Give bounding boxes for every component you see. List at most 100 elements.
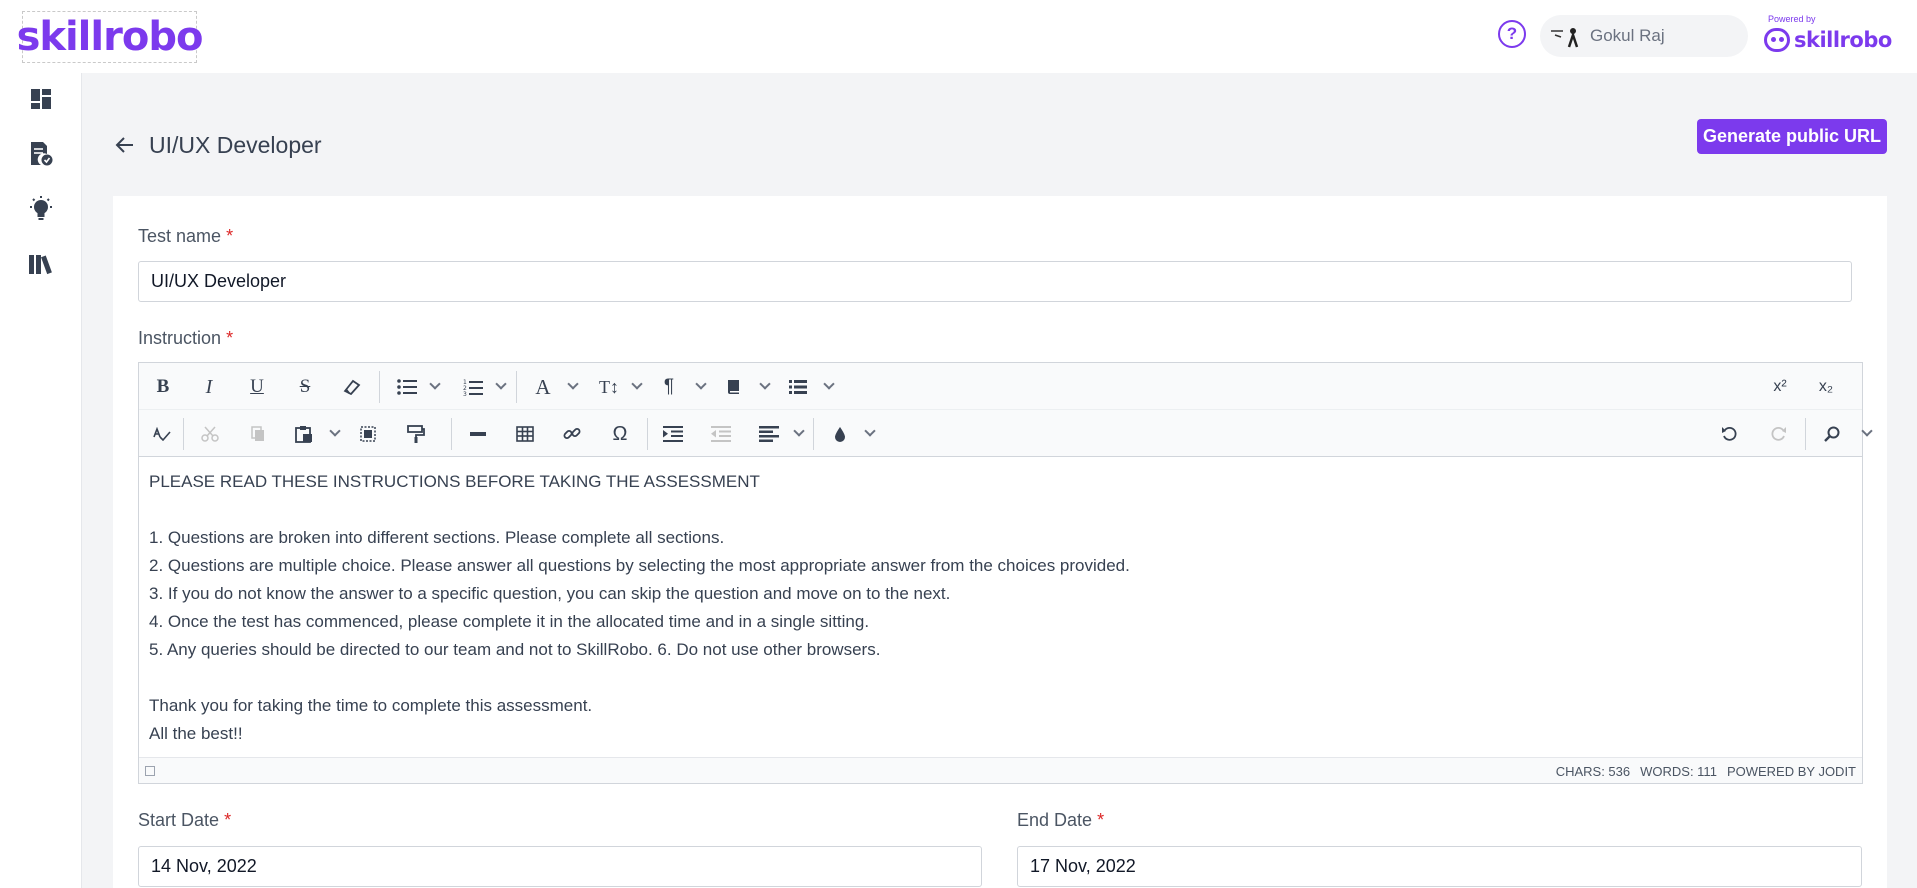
toolbar-separator — [647, 418, 648, 450]
required-mark: * — [226, 226, 234, 246]
toolbar-separator — [183, 418, 184, 450]
chevron-down-icon[interactable] — [429, 378, 441, 390]
brush-icon[interactable] — [829, 420, 851, 448]
chevron-down-icon[interactable] — [329, 425, 341, 437]
copy-format-icon[interactable] — [405, 420, 427, 448]
instruction-line: 1. Questions are broken into different s… — [149, 528, 725, 547]
toolbar-separator — [1805, 418, 1806, 450]
library-icon[interactable] — [27, 250, 55, 278]
table-icon[interactable] — [514, 420, 536, 448]
toolbar-separator — [379, 371, 380, 403]
test-document-icon[interactable] — [27, 140, 55, 168]
page-header: UI/UX Developer — [113, 125, 322, 165]
indent-icon[interactable] — [661, 420, 685, 448]
strikethrough-icon[interactable]: S — [293, 373, 317, 401]
outdent-icon[interactable] — [709, 420, 733, 448]
help-icon[interactable]: ? — [1498, 20, 1526, 48]
search-icon[interactable] — [1821, 420, 1843, 448]
char-count: CHARS: 536 — [1555, 764, 1631, 779]
required-mark: * — [1097, 810, 1105, 830]
bold-icon[interactable]: B — [151, 373, 175, 401]
word-count: WORDS: 111 — [1640, 764, 1717, 779]
cut-icon[interactable] — [199, 420, 221, 448]
copy-icon[interactable] — [247, 420, 269, 448]
editor-content[interactable]: PLEASE READ THESE INSTRUCTIONS BEFORE TA… — [139, 458, 1862, 758]
instruction-label: Instruction * — [138, 328, 234, 348]
horizontal-line-icon[interactable] — [467, 420, 489, 448]
instruction-line: 5. Any queries should be directed to our… — [149, 640, 881, 659]
chevron-down-icon[interactable] — [864, 425, 876, 437]
toolbar-separator — [451, 418, 452, 450]
powered-by-badge: Powered by skillrobo — [1764, 12, 1892, 58]
start-date-label: Start Date * — [138, 810, 232, 830]
end-date-input[interactable] — [1017, 846, 1862, 887]
chevron-down-icon[interactable] — [495, 378, 507, 390]
eraser-icon[interactable] — [339, 373, 365, 401]
avatar — [1546, 20, 1586, 52]
line-height-icon[interactable] — [787, 373, 809, 401]
resize-handle-icon[interactable] — [145, 766, 155, 776]
instruction-line: Thank you for taking the time to complet… — [149, 696, 593, 715]
symbol-icon[interactable]: Ω — [609, 420, 631, 448]
chevron-down-icon[interactable] — [759, 378, 771, 390]
start-date-input[interactable] — [138, 846, 982, 887]
lightbulb-icon[interactable] — [27, 195, 55, 223]
chevron-down-icon[interactable] — [567, 378, 579, 390]
bulleted-list-icon[interactable] — [395, 373, 419, 401]
chevron-down-icon[interactable] — [695, 378, 707, 390]
toolbar-separator — [813, 418, 814, 450]
italic-icon[interactable]: I — [197, 373, 221, 401]
font-size-icon[interactable]: T↕ — [595, 373, 623, 401]
undo-icon[interactable] — [1719, 420, 1741, 448]
skillrobo-logo[interactable]: skillrobo — [17, 11, 203, 63]
chevron-down-icon[interactable] — [823, 378, 835, 390]
test-name-label: Test name * — [138, 226, 234, 246]
test-form-card: Test name * Instruction * B I U S 123 A — [113, 196, 1887, 888]
link-icon[interactable] — [561, 420, 583, 448]
required-mark: * — [224, 810, 232, 830]
align-icon[interactable] — [757, 420, 781, 448]
editor-status-bar: CHARS: 536 WORDS: 111 POWERED BY JODIT — [139, 757, 1862, 783]
chevron-down-icon[interactable] — [1861, 425, 1873, 437]
top-bar: skillrobo ? Gokul Raj Powered by skillro… — [0, 0, 1917, 73]
robot-icon — [1764, 28, 1790, 52]
classes-icon[interactable] — [723, 373, 745, 401]
powered-by-label: Powered by — [1768, 14, 1816, 24]
back-arrow-icon[interactable] — [113, 133, 137, 157]
instruction-editor[interactable]: B I U S 123 A T↕ ¶ x² x₂ Ω PLEASE READ T… — [138, 362, 1873, 784]
required-mark: * — [226, 328, 234, 348]
chevron-down-icon[interactable] — [793, 425, 805, 437]
page-title: UI/UX Developer — [149, 131, 322, 158]
underline-icon[interactable]: U — [245, 373, 269, 401]
editor-toolbar-row-1: B I U S 123 A T↕ ¶ x² x₂ — [139, 363, 1862, 410]
test-name-input[interactable] — [138, 261, 1852, 302]
powered-by-jodit[interactable]: POWERED BY JODIT — [1727, 764, 1856, 779]
chevron-down-icon[interactable] — [631, 378, 643, 390]
numbered-list-icon[interactable]: 123 — [461, 373, 485, 401]
generate-public-url-button[interactable]: Generate public URL — [1697, 119, 1887, 154]
user-menu[interactable]: Gokul Raj — [1540, 15, 1748, 57]
select-all-icon[interactable] — [357, 420, 379, 448]
paragraph-icon[interactable]: ¶ — [659, 373, 679, 401]
paste-icon[interactable] — [293, 420, 315, 448]
end-date-label: End Date * — [1017, 810, 1105, 830]
logo-text: skillrobo — [16, 14, 204, 60]
instruction-line: 3. If you do not know the answer to a sp… — [149, 584, 951, 603]
toolbar-separator — [516, 371, 517, 403]
sidebar — [0, 73, 82, 888]
powered-brand: skillrobo — [1794, 28, 1892, 52]
dashboard-icon[interactable] — [27, 85, 55, 113]
spellcheck-icon[interactable] — [151, 420, 173, 448]
font-icon[interactable]: A — [531, 373, 555, 401]
subscript-icon[interactable]: x₂ — [1813, 373, 1839, 401]
instruction-heading: PLEASE READ THESE INSTRUCTIONS BEFORE TA… — [149, 472, 760, 491]
redo-icon[interactable] — [1767, 420, 1789, 448]
instruction-line: 4. Once the test has commenced, please c… — [149, 612, 870, 631]
instruction-line: 2. Questions are multiple choice. Please… — [149, 556, 1130, 575]
user-name: Gokul Raj — [1590, 26, 1665, 45]
instruction-line: All the best!! — [149, 724, 243, 743]
editor-toolbar-row-2: Ω — [139, 410, 1873, 457]
superscript-icon[interactable]: x² — [1767, 373, 1793, 401]
